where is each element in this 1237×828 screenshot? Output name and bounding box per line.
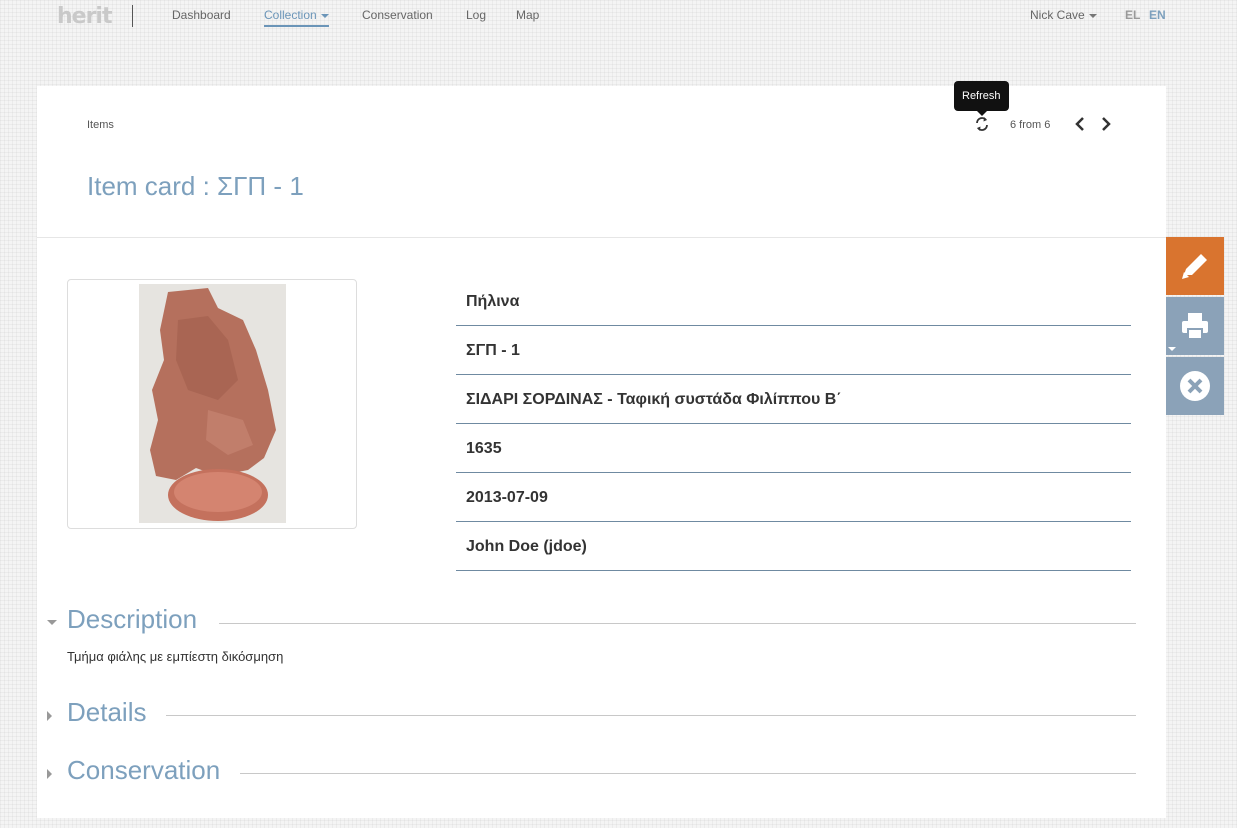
- caret-down-icon: [320, 13, 329, 18]
- nav-dashboard[interactable]: Dashboard: [172, 8, 231, 22]
- item-info-list: Πήλινα ΣΓΠ - 1 ΣΙΔΑΡΙ ΣΟΡΔΙΝΑΣ - Ταφική …: [456, 277, 1131, 571]
- refresh-icon[interactable]: [975, 116, 989, 132]
- user-name: Nick Cave: [1030, 8, 1085, 22]
- item-photo: [139, 284, 286, 523]
- top-navbar: herit Dashboard Collection Conservation …: [0, 0, 1237, 32]
- section-divider: [219, 623, 1136, 624]
- triangle-right-icon: [47, 769, 52, 779]
- info-row-date: 2013-07-09: [456, 473, 1131, 522]
- nav-collection-label: Collection: [264, 8, 317, 22]
- info-row-user: John Doe (jdoe): [456, 522, 1131, 571]
- pencil-icon: [1182, 254, 1207, 279]
- section-details-title: Details: [67, 697, 147, 727]
- triangle-down-icon: [47, 620, 57, 625]
- section-conservation-title: Conservation: [67, 755, 221, 785]
- nav-conservation[interactable]: Conservation: [362, 8, 433, 22]
- nav-collection[interactable]: Collection: [264, 8, 329, 27]
- refresh-tooltip: Refresh: [954, 81, 1009, 116]
- section-details[interactable]: Details: [47, 697, 1136, 737]
- card-header: Items Item card : ΣΓΠ - 1 Refresh 6 from…: [37, 81, 1166, 238]
- info-row-location: ΣΙΔΑΡΙ ΣΟΡΔΙΝΑΣ - Ταφική συστάδα Φιλίππο…: [456, 375, 1131, 424]
- nav-log[interactable]: Log: [466, 8, 486, 22]
- item-image-frame[interactable]: [67, 279, 357, 529]
- lang-en[interactable]: EN: [1149, 8, 1166, 22]
- item-card: Items Item card : ΣΓΠ - 1 Refresh 6 from…: [37, 81, 1166, 818]
- section-conservation[interactable]: Conservation: [47, 755, 1136, 795]
- section-divider: [240, 773, 1136, 774]
- lang-el[interactable]: EL: [1125, 8, 1140, 22]
- user-menu[interactable]: Nick Cave: [1030, 8, 1097, 22]
- edit-button[interactable]: [1166, 237, 1224, 295]
- chevron-left-icon[interactable]: [1074, 117, 1086, 131]
- info-row-code: ΣΓΠ - 1: [456, 326, 1131, 375]
- chevron-right-icon[interactable]: [1100, 117, 1112, 131]
- nav-map[interactable]: Map: [516, 8, 539, 22]
- info-row-number: 1635: [456, 424, 1131, 473]
- print-button[interactable]: [1166, 297, 1224, 355]
- info-row-material: Πήλινα: [456, 277, 1131, 326]
- app-logo[interactable]: herit: [57, 4, 112, 29]
- caret-down-icon: [1088, 13, 1097, 18]
- pager-count: 6 from 6: [1010, 119, 1051, 131]
- logo-divider: [132, 5, 133, 27]
- section-description[interactable]: Description: [47, 604, 1136, 644]
- section-divider: [166, 715, 1136, 716]
- section-description-title: Description: [67, 604, 198, 634]
- close-circle-icon: [1180, 371, 1210, 401]
- print-icon: [1182, 313, 1208, 340]
- breadcrumb-items[interactable]: Items: [87, 119, 114, 131]
- description-text: Τμήμα φιάλης με εμπίεστη δικόσμηση: [67, 649, 284, 664]
- close-button[interactable]: [1166, 357, 1224, 415]
- page-title: Item card : ΣΓΠ - 1: [87, 171, 304, 201]
- caret-down-icon: [1168, 347, 1176, 351]
- triangle-right-icon: [47, 711, 52, 721]
